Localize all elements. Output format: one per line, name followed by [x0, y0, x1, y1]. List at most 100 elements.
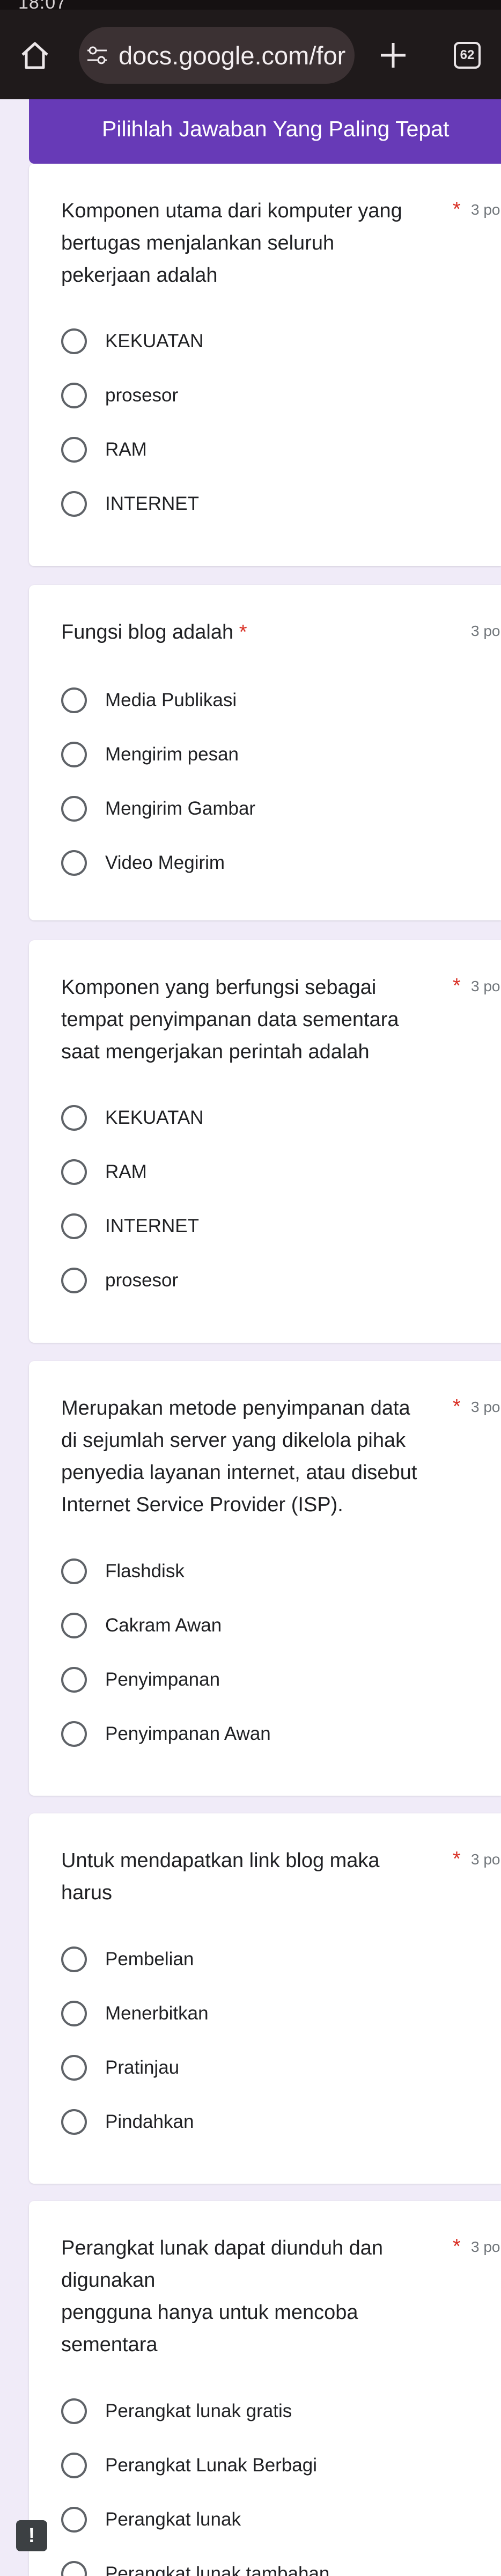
option-label: Pratinjau: [105, 2057, 180, 2078]
question-text: Perangkat lunak dapat diunduh dan diguna…: [61, 2237, 384, 2356]
option-label: Penyimpanan Awan: [105, 1723, 271, 1744]
radio-button[interactable]: [61, 2055, 87, 2081]
radio-button[interactable]: [61, 1268, 87, 1293]
option-label: Flashdisk: [105, 1561, 185, 1582]
radio-button[interactable]: [61, 742, 87, 767]
question-text: Untuk mendapatkan link blog maka harus: [61, 1849, 380, 1904]
radio-button[interactable]: [61, 850, 87, 876]
radio-button[interactable]: [61, 1105, 87, 1131]
question-points: 3 poin: [471, 1851, 501, 1868]
question-text: Fungsi blog adalah *: [61, 616, 431, 648]
option-label: Perangkat lunak: [105, 2509, 241, 2530]
radio-button[interactable]: [61, 796, 87, 822]
radio-button[interactable]: [61, 383, 87, 408]
url-text: docs.google.com/for: [119, 41, 346, 70]
required-asterisk: *: [453, 1848, 461, 1870]
option-row[interactable]: Perangkat lunak: [61, 2504, 437, 2536]
radio-button[interactable]: [61, 1213, 87, 1239]
address-bar[interactable]: docs.google.com/for: [79, 27, 355, 84]
option-label: prosesor: [105, 385, 179, 406]
required-asterisk: *: [453, 2235, 461, 2258]
option-label: Video Megirim: [105, 852, 225, 873]
feedback-button[interactable]: !: [16, 2520, 47, 2551]
radio-button[interactable]: [61, 1159, 87, 1185]
option-row[interactable]: Perangkat Lunak Berbagi: [61, 2449, 437, 2482]
radio-button[interactable]: [61, 1613, 87, 1638]
option-label: Pindahkan: [105, 2111, 194, 2132]
option-label: prosesor: [105, 1270, 179, 1291]
radio-button[interactable]: [61, 437, 87, 463]
home-icon[interactable]: [18, 39, 51, 72]
radio-button[interactable]: [61, 1721, 87, 1747]
option-row[interactable]: KEKUATAN: [61, 325, 437, 357]
option-label: Perangkat Lunak Berbagi: [105, 2455, 317, 2476]
required-asterisk: *: [453, 1395, 461, 1418]
option-row[interactable]: Penyimpanan Awan: [61, 1718, 437, 1750]
option-row[interactable]: Pratinjau: [61, 2052, 437, 2084]
option-row[interactable]: Perangkat lunak gratis: [61, 2395, 437, 2427]
option-row[interactable]: Cakram Awan: [61, 1609, 437, 1642]
question-points: 3 poin: [471, 1399, 501, 1415]
option-row[interactable]: Mengirim Gambar: [61, 793, 437, 825]
option-label: RAM: [105, 1161, 147, 1182]
radio-button[interactable]: [61, 1667, 87, 1693]
question-text: Komponen yang berfungsi sebagai tempat p…: [61, 976, 399, 1063]
radio-button[interactable]: [61, 2561, 87, 2576]
question-card: Komponen yang berfungsi sebagai tempat p…: [29, 940, 501, 1343]
radio-button[interactable]: [61, 687, 87, 713]
option-row[interactable]: Pembelian: [61, 1943, 437, 1975]
tab-switcher-icon[interactable]: 62: [454, 42, 481, 69]
question-title: Fungsi blog adalah: [61, 621, 234, 643]
option-row[interactable]: RAM: [61, 1156, 437, 1188]
option-row[interactable]: Mengirim pesan: [61, 738, 437, 771]
section-header: Pilihlah Jawaban Yang Paling Tepat: [29, 99, 501, 164]
option-label: Mengirim Gambar: [105, 798, 256, 819]
option-label: INTERNET: [105, 1216, 199, 1236]
radio-button[interactable]: [61, 2453, 87, 2478]
option-row[interactable]: prosesor: [61, 379, 437, 412]
option-row[interactable]: Penyimpanan: [61, 1664, 437, 1696]
radio-button[interactable]: [61, 1946, 87, 1972]
option-label: Menerbitkan: [105, 2003, 209, 2024]
option-row[interactable]: Media Publikasi: [61, 684, 437, 716]
option-row[interactable]: INTERNET: [61, 1210, 437, 1242]
browser-toolbar: 18:07 docs.google.com/for 62: [0, 0, 501, 99]
option-label: Penyimpanan: [105, 1669, 220, 1690]
required-asterisk: *: [453, 198, 461, 221]
option-label: Cakram Awan: [105, 1615, 222, 1636]
option-row[interactable]: INTERNET: [61, 488, 437, 520]
option-row[interactable]: Video Megirim: [61, 847, 437, 879]
option-label: INTERNET: [105, 493, 199, 514]
radio-button[interactable]: [61, 2109, 87, 2135]
tune-icon[interactable]: [86, 46, 108, 65]
section-title: Pilihlah Jawaban Yang Paling Tepat: [102, 116, 450, 141]
option-label: Media Publikasi: [105, 690, 237, 711]
option-label: KEKUATAN: [105, 331, 204, 352]
status-time: 18:07: [18, 0, 67, 13]
question-points: 3 poin: [471, 201, 501, 218]
radio-button[interactable]: [61, 1558, 87, 1584]
option-row[interactable]: prosesor: [61, 1264, 437, 1297]
option-row[interactable]: Menerbitkan: [61, 1997, 437, 2030]
option-row[interactable]: RAM: [61, 434, 437, 466]
option-label: Perangkat lunak tambahan: [105, 2563, 330, 2576]
required-asterisk: *: [239, 621, 247, 643]
option-row[interactable]: Perangkat lunak tambahan: [61, 2558, 437, 2576]
radio-button[interactable]: [61, 2001, 87, 2026]
option-row[interactable]: Pindahkan: [61, 2106, 437, 2138]
radio-button[interactable]: [61, 2507, 87, 2533]
question-card: Komponen utama dari komputer yang bertug…: [29, 164, 501, 566]
question-card: Perangkat lunak dapat diunduh dan diguna…: [29, 2201, 501, 2576]
option-label: KEKUATAN: [105, 1107, 204, 1128]
plus-icon[interactable]: [377, 39, 410, 72]
radio-button[interactable]: [61, 491, 87, 517]
option-label: Pembelian: [105, 1949, 194, 1970]
question-text: Komponen utama dari komputer yang bertug…: [61, 200, 402, 287]
option-row[interactable]: Flashdisk: [61, 1555, 437, 1587]
tab-count: 62: [460, 48, 475, 62]
option-row[interactable]: KEKUATAN: [61, 1102, 437, 1134]
question-card: Fungsi blog adalah * 3 poin Media Publik…: [29, 585, 501, 920]
question-points: 3 poin: [471, 2238, 501, 2255]
radio-button[interactable]: [61, 328, 87, 354]
radio-button[interactable]: [61, 2398, 87, 2424]
